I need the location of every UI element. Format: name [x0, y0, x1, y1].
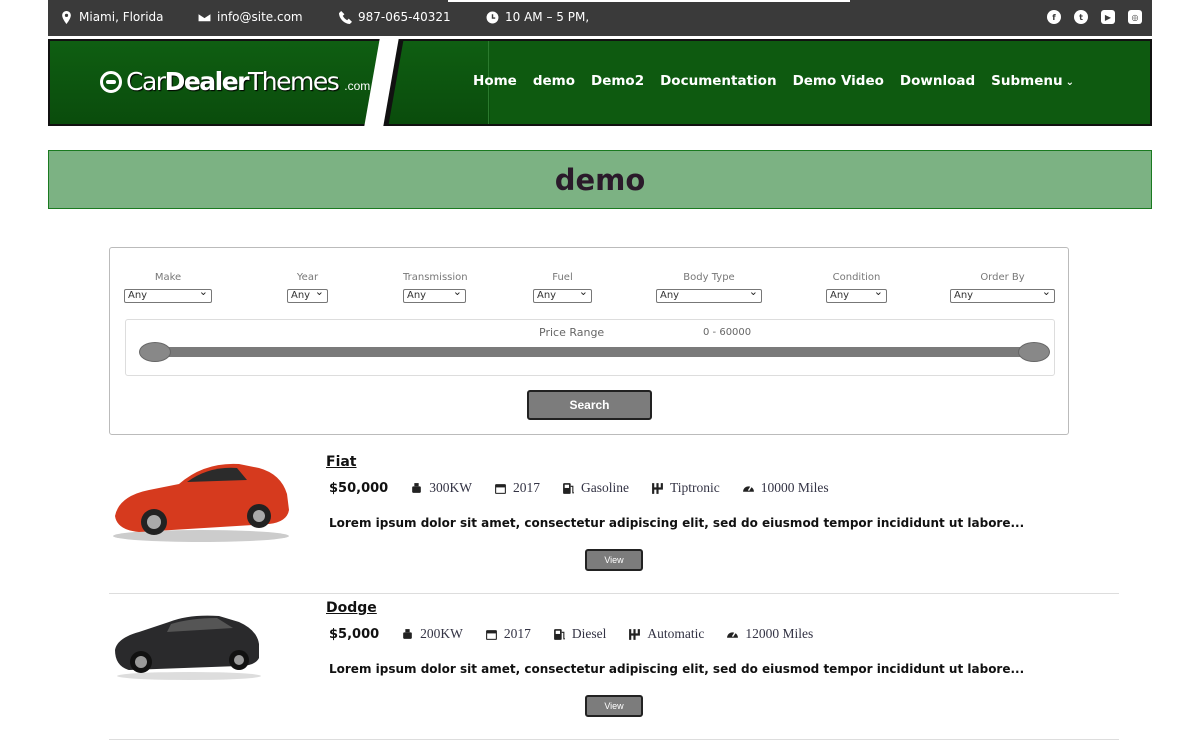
envelope-icon	[198, 12, 211, 22]
nav-demo[interactable]: demo	[533, 73, 575, 89]
nav-documentation[interactable]: Documentation	[660, 73, 776, 89]
page-title-bar: demo	[48, 150, 1152, 209]
filter-fuel: Fuel Any	[533, 272, 592, 303]
youtube-icon[interactable]: ▶	[1101, 10, 1115, 24]
nav-demo2[interactable]: Demo2	[591, 73, 644, 89]
chevron-down-icon: ⌄	[1065, 77, 1074, 88]
calendar-icon	[486, 629, 497, 640]
clock-icon	[486, 11, 499, 23]
price-range-panel: Price Range 0 - 60000	[125, 319, 1055, 376]
car-name-link[interactable]: Fiat	[326, 454, 357, 470]
facebook-icon[interactable]: f	[1047, 10, 1061, 24]
hours-info: 10 AM – 5 PM,	[486, 10, 589, 24]
phone-text[interactable]: 987-065-40321	[358, 10, 451, 24]
engine-icon	[403, 628, 413, 639]
filter-condition: Condition Any	[826, 272, 887, 303]
nav-home[interactable]: Home	[473, 73, 517, 89]
listing-item: Dodge $5,000 200KW 2017 Diesel Automatic…	[109, 594, 1119, 740]
hours-text: 10 AM – 5 PM,	[505, 10, 590, 24]
filter-body-type: Body Type Any	[656, 272, 762, 303]
price-slider-min-handle[interactable]	[139, 342, 171, 362]
top-notch	[448, 0, 850, 2]
view-button[interactable]: View	[585, 549, 643, 571]
instagram-icon[interactable]: ◎	[1128, 10, 1142, 24]
filter-label: Year	[296, 272, 319, 283]
body-type-select[interactable]: Any	[656, 286, 762, 303]
filter-transmission: Transmission Any	[403, 272, 468, 303]
speedometer-icon	[727, 631, 739, 638]
gearshift-icon	[652, 482, 663, 494]
filter-label: Transmission	[403, 272, 468, 283]
spec-power: 200KW	[401, 626, 463, 642]
make-select[interactable]: Any	[124, 286, 212, 303]
top-info-bar: Miami, Florida info@site.com 987-065-403…	[48, 0, 1152, 36]
nav-demo-video[interactable]: Demo Video	[793, 73, 884, 89]
car-image[interactable]	[109, 454, 294, 549]
car-specs: $5,000 200KW 2017 Diesel Automatic 12000…	[329, 626, 835, 642]
location-text: Miami, Florida	[79, 10, 164, 24]
email-info[interactable]: info@site.com	[198, 10, 303, 24]
transmission-select[interactable]: Any	[403, 286, 466, 303]
fuel-pump-icon	[563, 482, 574, 494]
main-nav: Home demo Demo2 Documentation Demo Video…	[473, 73, 1074, 89]
spec-transmission: Automatic	[628, 626, 704, 642]
listing-item: Fiat $50,000 300KW 2017 Gasoline Tiptron…	[109, 448, 1119, 594]
view-button[interactable]: View	[585, 695, 643, 717]
price-slider-max-handle[interactable]	[1018, 342, 1050, 362]
location-info: Miami, Florida	[60, 10, 164, 24]
phone-icon	[339, 10, 352, 24]
car-price: $50,000	[329, 480, 389, 496]
logo-text: CarDealerThemes	[126, 67, 340, 96]
filter-label: Condition	[832, 272, 881, 283]
site-logo[interactable]: CarDealerThemes .com	[100, 67, 370, 96]
spec-power: 300KW	[410, 480, 472, 496]
car-description: Lorem ipsum dolor sit amet, consectetur …	[329, 662, 1025, 676]
logo-suffix: .com	[344, 78, 371, 93]
map-pin-icon	[62, 10, 71, 24]
car-description: Lorem ipsum dolor sit amet, consectetur …	[329, 516, 1025, 530]
search-button[interactable]: Search	[527, 390, 652, 420]
nav-submenu[interactable]: Submenu ⌄	[991, 73, 1074, 89]
price-range-value: 0 - 60000	[703, 327, 752, 338]
filter-label: Fuel	[552, 272, 573, 283]
price-slider-track[interactable]	[146, 347, 1034, 357]
social-links: f t ▶ ◎	[1047, 10, 1142, 24]
nav-download[interactable]: Download	[900, 73, 975, 89]
twitter-icon[interactable]: t	[1074, 10, 1088, 24]
car-specs: $50,000 300KW 2017 Gasoline Tiptronic 10…	[329, 480, 851, 496]
order-by-select[interactable]: Any	[950, 286, 1055, 303]
car-name-link[interactable]: Dodge	[326, 600, 377, 616]
speedometer-icon	[742, 485, 754, 492]
filter-order-by: Order By Any	[950, 272, 1055, 303]
spec-mileage: 10000 Miles	[742, 480, 829, 496]
spec-mileage: 12000 Miles	[726, 626, 813, 642]
price-range-label: Price Range	[539, 326, 605, 339]
filter-make: Make Any	[124, 272, 212, 303]
car-price: $5,000	[329, 626, 380, 642]
fuel-select[interactable]: Any	[533, 286, 592, 303]
car-image[interactable]	[109, 600, 294, 695]
spec-fuel: Gasoline	[562, 480, 629, 496]
email-text[interactable]: info@site.com	[217, 10, 303, 24]
spec-year: 2017	[494, 480, 540, 496]
year-select[interactable]: Any	[287, 286, 328, 303]
filter-label: Make	[154, 272, 182, 283]
spec-year: 2017	[485, 626, 531, 642]
engine-icon	[412, 482, 422, 493]
calendar-icon	[495, 483, 506, 494]
site-header: CarDealerThemes .com Home demo Demo2 Doc…	[48, 39, 1152, 126]
condition-select[interactable]: Any	[826, 286, 887, 303]
fuel-pump-icon	[554, 628, 565, 640]
spec-fuel: Diesel	[553, 626, 606, 642]
filter-label: Order By	[980, 272, 1025, 283]
phone-info[interactable]: 987-065-40321	[339, 10, 451, 24]
page-title: demo	[554, 162, 646, 197]
filter-year: Year Any	[287, 272, 328, 303]
gearshift-icon	[629, 628, 641, 640]
filter-label: Body Type	[683, 272, 735, 283]
steering-wheel-icon	[100, 70, 122, 93]
search-form: Make Any Year Any Transmission Any Fuel …	[109, 247, 1069, 435]
spec-transmission: Tiptronic	[651, 480, 720, 496]
